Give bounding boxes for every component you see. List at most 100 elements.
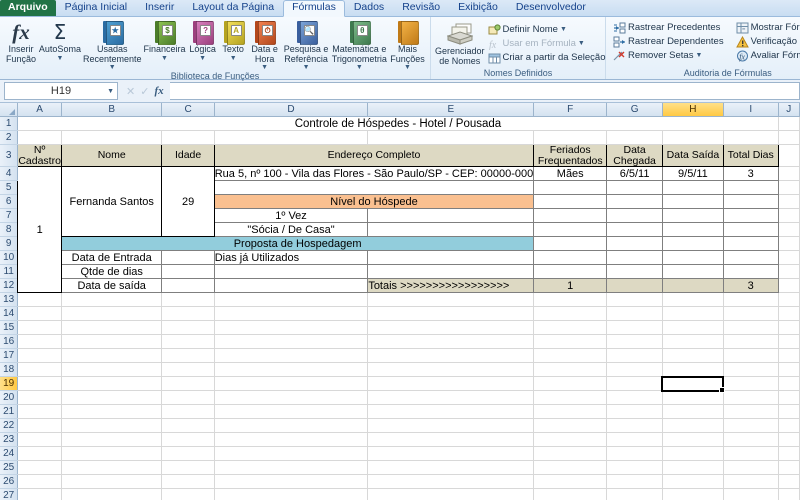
rastrear-dependentes-button[interactable]: Rastrear Dependentes — [611, 35, 726, 49]
cell-I18[interactable] — [723, 362, 779, 377]
cell-E16[interactable] — [367, 334, 535, 349]
cell-C11[interactable] — [161, 264, 215, 279]
cell-G5[interactable] — [606, 180, 663, 195]
cell-I3[interactable]: Total Dias — [722, 144, 779, 167]
cell-H12[interactable] — [662, 278, 724, 293]
cell-I25[interactable] — [723, 460, 779, 475]
ribbon-tab-revis-o[interactable]: Revisão — [393, 0, 449, 16]
cell-C15[interactable] — [161, 320, 215, 335]
texto-button[interactable]: A Texto ▼ — [219, 20, 248, 62]
cell-G13[interactable] — [606, 292, 663, 307]
row-header-8[interactable]: 8 — [0, 222, 19, 237]
cell-D22[interactable] — [214, 418, 369, 433]
row-header-10[interactable]: 10 — [0, 250, 19, 265]
cell-G19[interactable] — [606, 376, 663, 391]
cell-H18[interactable] — [662, 362, 724, 377]
cell-A4[interactable]: 1 — [17, 166, 62, 293]
cell-E24[interactable] — [367, 446, 535, 461]
cell-D8[interactable]: "Sócia / De Casa" — [213, 222, 369, 237]
cell-J5[interactable] — [778, 180, 800, 195]
row-header-15[interactable]: 15 — [0, 320, 19, 335]
cell-F7[interactable] — [533, 208, 608, 223]
cell-C23[interactable] — [161, 432, 215, 447]
cell-D13[interactable] — [214, 292, 369, 307]
cancel-formula-icon[interactable]: ✕ — [126, 85, 135, 98]
chevron-down-icon[interactable]: ▼ — [261, 64, 268, 71]
column-header-E[interactable]: E — [367, 103, 535, 117]
row-header-26[interactable]: 26 — [0, 474, 19, 489]
pesquisa-e-referência-button[interactable]: 🔍 Pesquisa e Referência ▼ — [282, 20, 331, 71]
row-header-13[interactable]: 13 — [0, 292, 19, 307]
cell-G7[interactable] — [606, 208, 663, 223]
row-header-23[interactable]: 23 — [0, 432, 19, 447]
formula-input[interactable] — [169, 82, 800, 100]
row-header-14[interactable]: 14 — [0, 306, 19, 321]
cell-C3[interactable]: Idade — [161, 144, 215, 167]
cell-C25[interactable] — [161, 460, 215, 475]
cell-J11[interactable] — [778, 264, 800, 279]
cell-E14[interactable] — [367, 306, 535, 321]
cell-J21[interactable] — [778, 404, 800, 419]
avaliar-fórmula-button[interactable]: fx Avaliar Fórmula — [734, 49, 800, 63]
cell-A20[interactable] — [17, 390, 62, 405]
cell-B15[interactable] — [61, 320, 163, 335]
cell-H19[interactable] — [662, 376, 724, 391]
cell-D3[interactable]: Endereço Completo — [213, 144, 535, 167]
cell-F5[interactable] — [533, 180, 608, 195]
row-header-24[interactable]: 24 — [0, 446, 19, 461]
cell-E20[interactable] — [367, 390, 535, 405]
cell-E2[interactable] — [367, 130, 535, 145]
cell-I6[interactable] — [723, 194, 779, 209]
cell-C17[interactable] — [161, 348, 215, 363]
row-header-3[interactable]: 3 — [0, 144, 19, 167]
cell-H20[interactable] — [662, 390, 724, 405]
cell-E11[interactable] — [367, 264, 535, 279]
cell-G21[interactable] — [606, 404, 663, 419]
cell-C12[interactable] — [161, 278, 215, 293]
cell-G17[interactable] — [606, 348, 663, 363]
column-header-I[interactable]: I — [723, 103, 779, 117]
cell-H10[interactable] — [662, 250, 724, 265]
cell-A16[interactable] — [17, 334, 62, 349]
cell-F22[interactable] — [533, 418, 608, 433]
column-header-J[interactable]: J — [778, 103, 800, 117]
cell-D25[interactable] — [214, 460, 369, 475]
cell-J27[interactable] — [778, 488, 800, 500]
cell-I10[interactable] — [723, 250, 779, 265]
cell-C16[interactable] — [161, 334, 215, 349]
cell-E13[interactable] — [367, 292, 535, 307]
cell-G23[interactable] — [606, 432, 663, 447]
cell-E25[interactable] — [367, 460, 535, 475]
cell-J9[interactable] — [778, 236, 800, 251]
insert-function-icon[interactable]: fx — [154, 85, 163, 97]
cell-B21[interactable] — [61, 404, 163, 419]
cell-D26[interactable] — [214, 474, 369, 489]
cell-E8[interactable] — [367, 222, 535, 237]
cell-E7[interactable] — [367, 208, 535, 223]
cell-F12[interactable]: 1 — [533, 278, 608, 293]
cell-D6[interactable]: Nível do Hóspede — [213, 194, 535, 209]
cell-D15[interactable] — [214, 320, 369, 335]
cell-B3[interactable]: Nome — [60, 144, 163, 167]
cell-I11[interactable] — [723, 264, 779, 279]
cell-G18[interactable] — [606, 362, 663, 377]
cell-H7[interactable] — [662, 208, 724, 223]
cell-B4[interactable]: Fernanda Santos — [60, 166, 163, 237]
cell-D10[interactable]: Dias já Utilizados — [214, 250, 369, 265]
cell-G27[interactable] — [606, 488, 663, 500]
cell-C27[interactable] — [161, 488, 215, 500]
cell-F16[interactable] — [533, 334, 608, 349]
chevron-down-icon[interactable]: ▼ — [230, 55, 237, 62]
cell-F18[interactable] — [533, 362, 608, 377]
cell-D16[interactable] — [214, 334, 369, 349]
cell-J10[interactable] — [778, 250, 800, 265]
cell-D18[interactable] — [214, 362, 369, 377]
cell-G9[interactable] — [606, 236, 663, 251]
ribbon-tab-layout-da-p-gina[interactable]: Layout da Página — [183, 0, 283, 16]
cell-J26[interactable] — [778, 474, 800, 489]
cell-H9[interactable] — [662, 236, 724, 251]
ribbon-tab-dados[interactable]: Dados — [345, 0, 393, 16]
cell-F19[interactable] — [533, 376, 608, 391]
cell-F13[interactable] — [533, 292, 608, 307]
cell-G12[interactable] — [606, 278, 663, 293]
